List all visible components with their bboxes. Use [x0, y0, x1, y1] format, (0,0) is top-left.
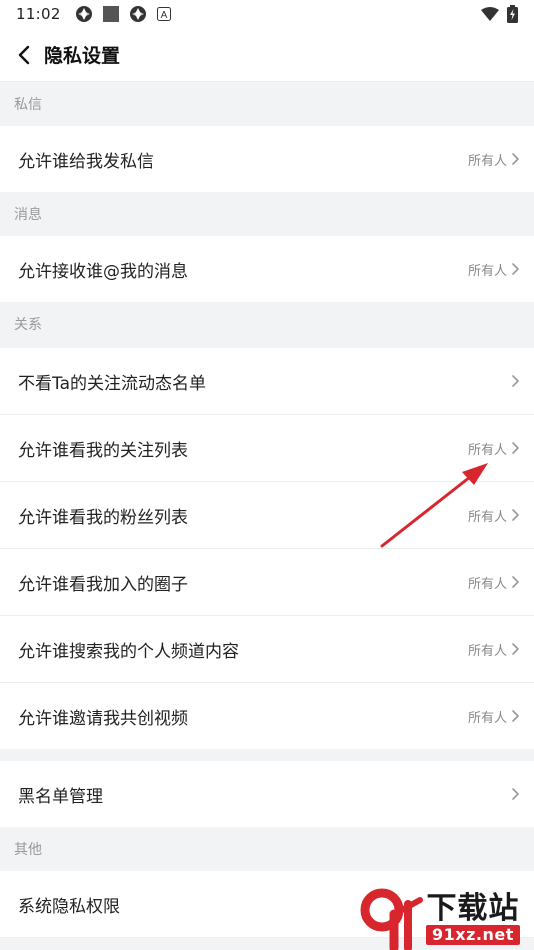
watermark-url: 91xz.net [426, 925, 520, 945]
row-label: 允许谁看我加入的圈子 [18, 574, 188, 595]
letter-badge-icon: A [156, 7, 171, 21]
chevron-right-icon [512, 643, 519, 655]
section-header-other: 其他 [0, 827, 534, 871]
row-label: 允许谁看我的关注列表 [18, 440, 188, 461]
aperture-icon [75, 6, 92, 22]
watermark: 下载站 91xz.net [360, 888, 532, 950]
row-label: 允许接收谁@我的消息 [18, 261, 188, 282]
chevron-right-icon [512, 576, 519, 588]
svg-text:A: A [160, 10, 167, 21]
row-right: 所有人 [468, 260, 520, 279]
section-gap [0, 749, 534, 761]
row-right [511, 374, 520, 388]
section-header-private-message: 私信 [0, 82, 534, 126]
row-channel-search-permission[interactable]: 允许谁搜索我的个人频道内容 所有人 [0, 616, 534, 682]
row-allow-mention-messages[interactable]: 允许接收谁@我的消息 所有人 [0, 236, 534, 302]
row-value: 所有人 [467, 153, 507, 169]
square-icon [102, 6, 119, 22]
row-label: 不看Ta的关注流动态名单 [18, 373, 206, 394]
row-label: 允许谁邀请我共创视频 [18, 708, 188, 729]
page-title: 隐私设置 [44, 45, 121, 67]
chevron-right-icon [512, 153, 519, 165]
chevron-right-icon [512, 442, 519, 454]
row-label: 允许谁看我的粉丝列表 [18, 507, 188, 528]
row-co-create-video-invite[interactable]: 允许谁邀请我共创视频 所有人 [0, 683, 534, 749]
row-label: 系统隐私权限 [18, 896, 120, 917]
chevron-right-icon [512, 263, 519, 275]
row-joined-circles-visibility[interactable]: 允许谁看我加入的圈子 所有人 [0, 549, 534, 615]
back-button[interactable] [4, 28, 44, 82]
watermark-title: 下载站 [426, 891, 520, 926]
row-value: 所有人 [467, 643, 507, 659]
row-label: 黑名单管理 [18, 786, 103, 807]
chevron-left-icon [18, 45, 30, 64]
section-header-relationships: 关系 [0, 302, 534, 346]
row-right: 所有人 [468, 707, 520, 726]
row-value: 所有人 [467, 263, 507, 279]
status-system-icons [481, 5, 518, 23]
status-bar: 11:02 A [0, 0, 534, 28]
row-hidden-following-feed-list[interactable]: 不看Ta的关注流动态名单 [0, 348, 534, 414]
row-label: 允许谁给我发私信 [18, 151, 154, 172]
aperture-icon [129, 6, 146, 22]
wifi-icon [481, 7, 499, 21]
chevron-right-icon [512, 788, 519, 800]
battery-charging-icon [507, 5, 518, 23]
annotation-arrow-icon [380, 463, 488, 548]
status-notification-icons: A [75, 5, 171, 23]
row-label: 允许谁搜索我的个人频道内容 [18, 641, 239, 662]
chevron-right-icon [512, 710, 519, 722]
watermark-logo-icon [360, 888, 423, 950]
chevron-right-icon [512, 509, 519, 521]
chevron-right-icon [512, 375, 519, 387]
row-value: 所有人 [467, 576, 507, 592]
row-value: 所有人 [467, 710, 507, 726]
row-right: 所有人 [468, 640, 520, 659]
title-bar: 隐私设置 [0, 28, 534, 82]
status-time: 11:02 [16, 5, 61, 23]
section-header-messages: 消息 [0, 192, 534, 236]
row-right [511, 787, 520, 801]
row-right: 所有人 [468, 573, 520, 592]
watermark-text: 下载站 91xz.net [426, 893, 520, 945]
row-right: 所有人 [468, 150, 520, 169]
row-blacklist-management[interactable]: 黑名单管理 [0, 761, 534, 827]
row-allow-private-message[interactable]: 允许谁给我发私信 所有人 [0, 126, 534, 192]
